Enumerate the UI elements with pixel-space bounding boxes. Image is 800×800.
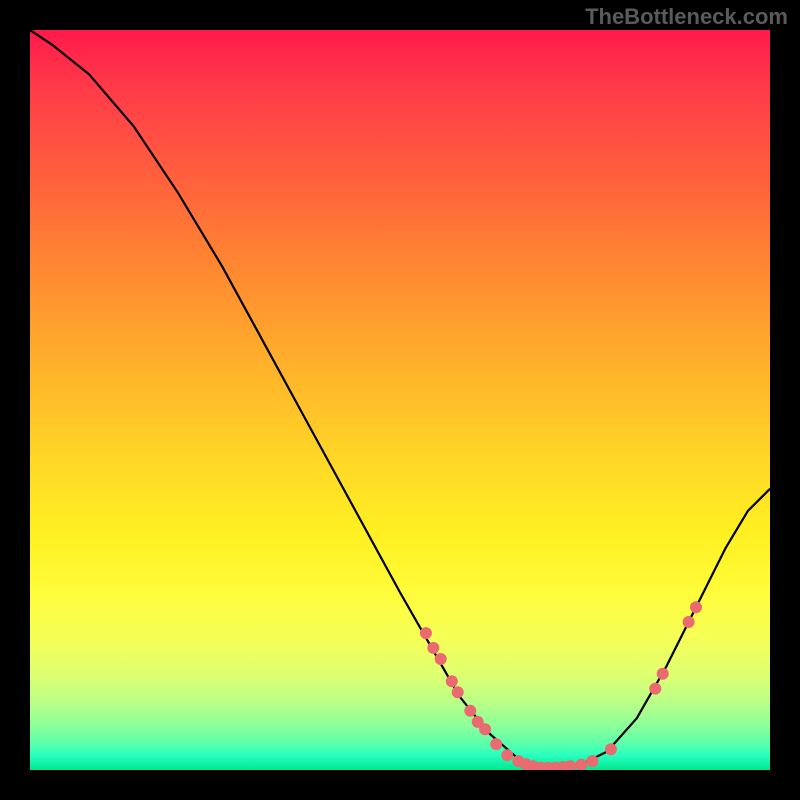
- scatter-dot: [657, 668, 669, 680]
- scatter-dot: [435, 653, 447, 665]
- scatter-dot: [649, 683, 661, 695]
- scatter-dots-group: [420, 601, 702, 770]
- scatter-dot: [575, 759, 587, 770]
- scatter-dot: [564, 760, 576, 770]
- scatter-dot: [446, 675, 458, 687]
- scatter-dot: [479, 723, 491, 735]
- scatter-dot: [427, 642, 439, 654]
- chart-svg: [30, 30, 770, 770]
- scatter-dot: [690, 601, 702, 613]
- chart-plot-area: [30, 30, 770, 770]
- scatter-dot: [586, 755, 598, 767]
- bottleneck-curve: [30, 30, 770, 768]
- scatter-dot: [501, 749, 513, 761]
- watermark-text: TheBottleneck.com: [585, 4, 788, 30]
- scatter-dot: [452, 686, 464, 698]
- scatter-dot: [420, 627, 432, 639]
- scatter-dot: [464, 705, 476, 717]
- scatter-dot: [605, 743, 617, 755]
- scatter-dot: [490, 738, 502, 750]
- scatter-dot: [683, 616, 695, 628]
